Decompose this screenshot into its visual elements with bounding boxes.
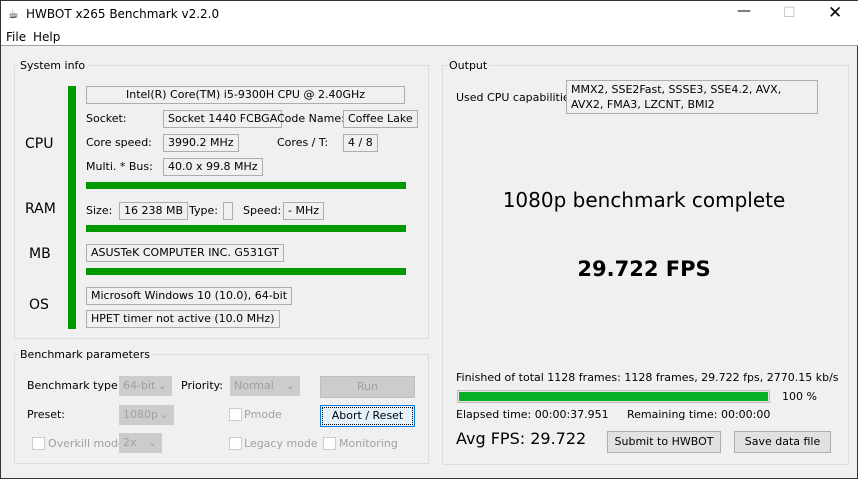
- ram-size-label: Size:: [86, 204, 113, 217]
- minimize-button[interactable]: —: [737, 3, 751, 19]
- benchmark-type-label: Benchmark type:: [27, 379, 122, 392]
- ram-separator: [86, 225, 406, 232]
- overkill-label: Overkill mode: [48, 437, 125, 450]
- maximize-button[interactable]: ☐: [783, 5, 796, 21]
- menu-bar: File Help: [1, 29, 858, 46]
- fps-result: 29.722 FPS: [577, 257, 711, 281]
- preset-value: 1080p: [123, 408, 158, 421]
- ram-label: RAM: [25, 201, 56, 217]
- chevron-down-icon: ⌄: [157, 379, 167, 392]
- cores-label: Cores / T:: [277, 136, 329, 149]
- abort-reset-button[interactable]: Abort / Reset: [320, 405, 415, 427]
- finished-text: Finished of total 1128 frames: 1128 fram…: [456, 371, 839, 384]
- multi-label: Multi. * Bus:: [86, 160, 153, 173]
- benchmark-type-value: 64-bit: [123, 379, 156, 392]
- elapsed-time: Elapsed time: 00:00:37.951: [456, 408, 609, 421]
- remaining-time: Remaining time: 00:00:00: [627, 408, 771, 421]
- app-icon: ☕: [8, 7, 19, 21]
- progress-percent: 100 %: [782, 390, 817, 403]
- window-title: HWBOT x265 Benchmark v2.2.0: [26, 7, 220, 21]
- ram-speed-label: Speed:: [243, 204, 282, 217]
- avg-fps: Avg FPS: 29.722: [456, 429, 587, 448]
- priority-select[interactable]: Normal ⌄: [230, 376, 300, 396]
- status-text: 1080p benchmark complete: [502, 188, 786, 212]
- menu-help[interactable]: Help: [33, 30, 60, 44]
- monitoring-checkbox[interactable]: [323, 437, 336, 450]
- overkill-select[interactable]: 2x ⌄: [119, 433, 162, 453]
- close-button[interactable]: ✕: [828, 3, 842, 23]
- cpu-label: CPU: [25, 136, 54, 152]
- menu-file[interactable]: File: [6, 30, 26, 44]
- socket-label: Socket:: [86, 112, 127, 125]
- progress-fill: [459, 392, 768, 401]
- run-button[interactable]: Run: [320, 376, 415, 398]
- output-label: Output: [447, 59, 490, 72]
- os-field: Microsoft Windows 10 (10.0), 64-bit: [86, 287, 293, 305]
- submit-hwbot-button[interactable]: Submit to HWBOT: [607, 431, 721, 453]
- cpu-caps-label: Used CPU capabilities:: [456, 91, 580, 104]
- pmode-label: Pmode: [244, 408, 282, 421]
- ram-type-field: [223, 202, 233, 220]
- core-speed-label: Core speed:: [86, 136, 152, 149]
- ram-type-label: Type:: [189, 204, 218, 217]
- system-info-label: System info: [18, 59, 88, 72]
- timer-field: HPET timer not active (10.0 MHz): [86, 310, 280, 328]
- core-speed-field: 3990.2 MHz: [163, 134, 239, 152]
- os-label: OS: [29, 297, 49, 313]
- cpu-name-field: Intel(R) Core(TM) i5-9300H CPU @ 2.40GHz: [86, 86, 405, 104]
- chevron-down-icon: ⌄: [159, 408, 169, 421]
- title-bar: ☕ HWBOT x265 Benchmark v2.2.0 — ☐ ✕: [1, 1, 858, 29]
- preset-select[interactable]: 1080p ⌄: [119, 405, 174, 425]
- preset-label: Preset:: [27, 408, 66, 421]
- chevron-down-icon: ⌄: [285, 379, 295, 392]
- benchmark-params-label: Benchmark parameters: [18, 348, 152, 361]
- cpu-separator: [86, 182, 406, 189]
- priority-label: Priority:: [181, 379, 224, 392]
- cores-field: 4 / 8: [343, 134, 378, 152]
- monitoring-label: Monitoring: [339, 437, 398, 450]
- mb-field: ASUSTeK COMPUTER INC. G531GT: [86, 244, 284, 262]
- legacy-mode-label: Legacy mode: [244, 437, 318, 450]
- code-name-label: Code Name:: [277, 112, 345, 125]
- legacy-mode-checkbox[interactable]: [229, 437, 242, 450]
- ram-size-field: 16 238 MB: [119, 202, 189, 220]
- priority-value: Normal: [234, 379, 274, 392]
- socket-field: Socket 1440 FCBGA: [163, 110, 283, 128]
- save-data-file-button[interactable]: Save data file: [734, 431, 831, 453]
- mb-label: MB: [29, 246, 51, 262]
- progress-bar: [457, 390, 770, 403]
- multi-field: 40.0 x 99.8 MHz: [163, 158, 263, 176]
- cpu-caps-field: MMX2, SSE2Fast, SSSE3, SSE4.2, AVX, AVX2…: [566, 80, 818, 114]
- chevron-down-icon: ⌄: [147, 436, 157, 449]
- code-name-field: Coffee Lake: [343, 110, 418, 128]
- benchmark-type-select[interactable]: 64-bit ⌄: [119, 376, 172, 396]
- pmode-checkbox[interactable]: [229, 408, 242, 421]
- overkill-value: 2x: [123, 436, 137, 449]
- status-bar-vertical: [68, 86, 76, 329]
- overkill-checkbox[interactable]: [32, 437, 45, 450]
- mb-separator: [86, 268, 406, 275]
- ram-speed-field: - MHz: [283, 202, 325, 220]
